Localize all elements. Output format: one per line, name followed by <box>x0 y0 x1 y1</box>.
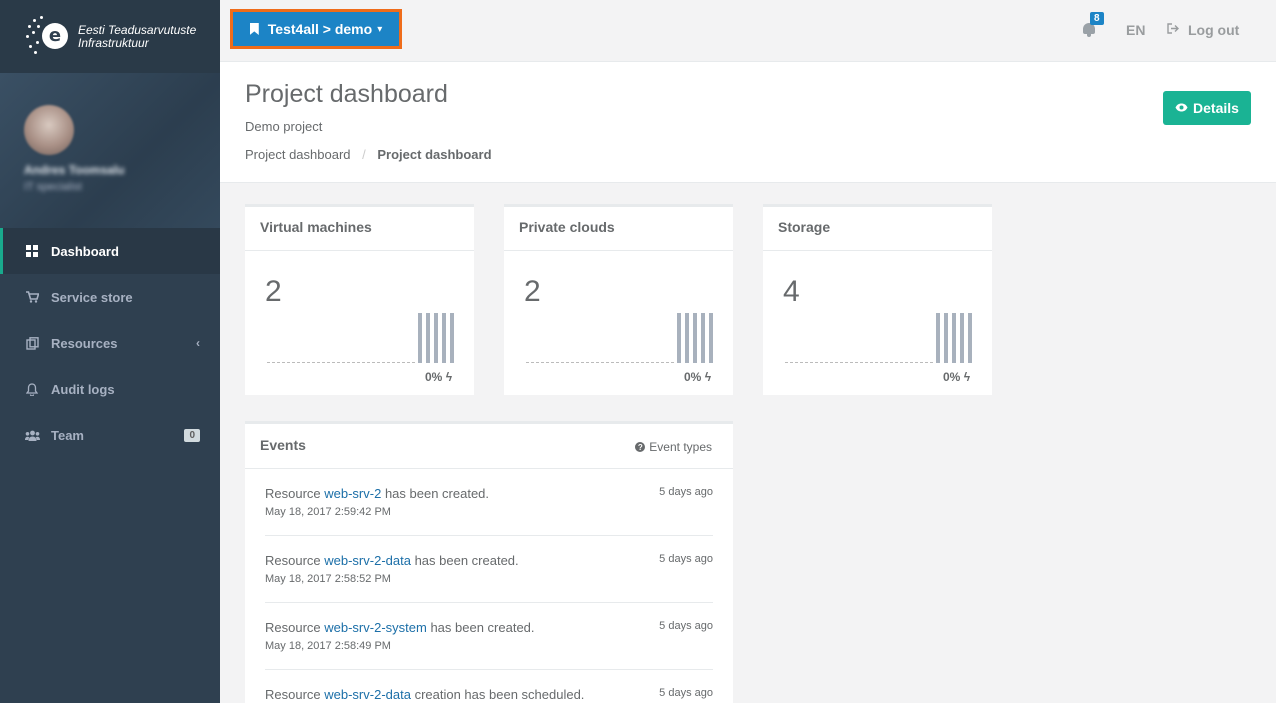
breadcrumb-item[interactable]: Project dashboard <box>245 147 351 162</box>
sidebar-item-service-store[interactable]: Service store <box>0 274 220 320</box>
card-title: Storage <box>763 207 992 251</box>
sidebar-item-label: Service store <box>51 289 133 305</box>
notifications-badge[interactable]: 8 <box>1090 12 1104 25</box>
card-title: Private clouds <box>504 207 733 251</box>
sidebar-item-label: Team <box>51 427 84 443</box>
bookmark-icon <box>249 23 259 35</box>
avatar <box>24 105 74 155</box>
resource-link[interactable]: web-srv-2-data <box>324 687 411 702</box>
bell-icon <box>24 381 40 397</box>
card-value: 4 <box>783 275 800 308</box>
event-date: May 18, 2017 2:58:52 PM <box>265 573 391 585</box>
bolt-icon: ϟ <box>963 370 971 384</box>
event-date: May 18, 2017 2:59:42 PM <box>265 506 391 518</box>
logo-icon: e <box>24 15 72 59</box>
sidebar-item-label: Dashboard <box>51 243 119 259</box>
breadcrumb-separator: / <box>362 147 366 162</box>
eye-icon <box>1175 101 1188 115</box>
bolt-icon: ϟ <box>445 370 453 384</box>
bolt-icon: ϟ <box>704 370 712 384</box>
language-selector[interactable]: EN <box>1126 22 1145 38</box>
user-role[interactable]: IT specialist <box>24 181 82 193</box>
resource-link[interactable]: web-srv-2-data <box>324 553 411 568</box>
events-panel: Events ? Event types Resource web-srv-2 … <box>245 421 733 703</box>
sidebar-item-label: Audit logs <box>51 381 115 397</box>
sidebar-item-dashboard[interactable]: Dashboard <box>0 228 220 274</box>
event-ago: 5 days ago <box>659 486 713 498</box>
brand-name: Eesti Teadusarvutuste Infrastruktuur <box>78 22 197 50</box>
breadcrumb-current: Project dashboard <box>377 147 492 162</box>
stat-card-virtual-machines[interactable]: Virtual machines 2 0% ϟ <box>245 204 474 395</box>
sidebar-item-resources[interactable]: Resources ‹ <box>0 320 220 366</box>
events-list: Resource web-srv-2 has been created. May… <box>245 469 733 703</box>
chevron-down-icon: ▾ <box>377 23 383 35</box>
logout-icon <box>1167 23 1179 37</box>
events-title: Events <box>260 437 306 453</box>
project-selector-button[interactable]: Test4all > demo ▾ <box>230 9 402 49</box>
sparkline-baseline <box>526 362 674 363</box>
user-profile[interactable]: Andres Toomsalu IT specialist <box>0 73 220 228</box>
sparkline-baseline <box>267 362 415 363</box>
card-value: 2 <box>524 275 541 308</box>
users-icon <box>24 427 40 443</box>
event-ago: 5 days ago <box>659 553 713 565</box>
logout-link[interactable]: Log out <box>1167 22 1239 38</box>
sidebar: e Eesti Teadusarvutuste Infrastruktuur A… <box>0 0 220 703</box>
sparkline-bars <box>418 313 458 363</box>
question-icon: ? <box>635 442 646 452</box>
card-percent: 0% ϟ <box>684 370 712 384</box>
logout-label: Log out <box>1188 22 1240 38</box>
details-button[interactable]: Details <box>1163 91 1251 125</box>
card-title: Virtual machines <box>245 207 474 251</box>
event-ago: 5 days ago <box>659 620 713 632</box>
card-value: 2 <box>265 275 282 308</box>
event-types-link[interactable]: ? Event types <box>635 440 712 454</box>
top-bar: Test4all > demo ▾ 8 EN Log out <box>220 0 1276 62</box>
card-percent: 0% ϟ <box>943 370 971 384</box>
logo[interactable]: e Eesti Teadusarvutuste Infrastruktuur <box>0 0 220 73</box>
sidebar-item-audit-logs[interactable]: Audit logs <box>0 366 220 412</box>
page-subtitle: Demo project <box>245 119 323 134</box>
sparkline-bars <box>936 313 976 363</box>
stat-card-storage[interactable]: Storage 4 0% ϟ <box>763 204 992 395</box>
dashboard-icon <box>24 243 40 259</box>
card-percent: 0% ϟ <box>425 370 453 384</box>
page-title: Project dashboard <box>245 80 448 108</box>
chevron-left-icon: ‹ <box>196 336 200 350</box>
event-row: Resource web-srv-2 has been created. May… <box>265 469 713 536</box>
project-selector-label: Test4all > demo <box>267 21 373 37</box>
cart-icon <box>24 289 40 305</box>
sidebar-item-label: Resources <box>51 335 118 351</box>
page-header: Project dashboard Demo project Project d… <box>220 62 1276 183</box>
event-row: Resource web-srv-2-data has been created… <box>265 536 713 603</box>
event-date: May 18, 2017 2:58:49 PM <box>265 640 391 652</box>
event-row: Resource web-srv-2-data creation has bee… <box>265 687 713 702</box>
breadcrumb: Project dashboard / Project dashboard <box>245 147 492 162</box>
resource-link[interactable]: web-srv-2 <box>324 486 381 501</box>
sparkline-baseline <box>785 362 933 363</box>
sparkline-bars <box>677 313 717 363</box>
resources-icon <box>24 335 40 351</box>
stat-card-private-clouds[interactable]: Private clouds 2 0% ϟ <box>504 204 733 395</box>
details-label: Details <box>1193 100 1239 116</box>
events-header: Events ? Event types <box>245 424 733 469</box>
event-ago: 5 days ago <box>659 687 713 699</box>
resource-link[interactable]: web-srv-2-system <box>324 620 427 635</box>
sidebar-nav: Dashboard Service store Resources ‹ Audi… <box>0 228 220 458</box>
event-row: Resource web-srv-2-system has been creat… <box>265 603 713 670</box>
sidebar-item-team[interactable]: Team 0 <box>0 412 220 458</box>
team-count-badge: 0 <box>184 428 200 442</box>
user-name: Andres Toomsalu <box>24 163 125 177</box>
